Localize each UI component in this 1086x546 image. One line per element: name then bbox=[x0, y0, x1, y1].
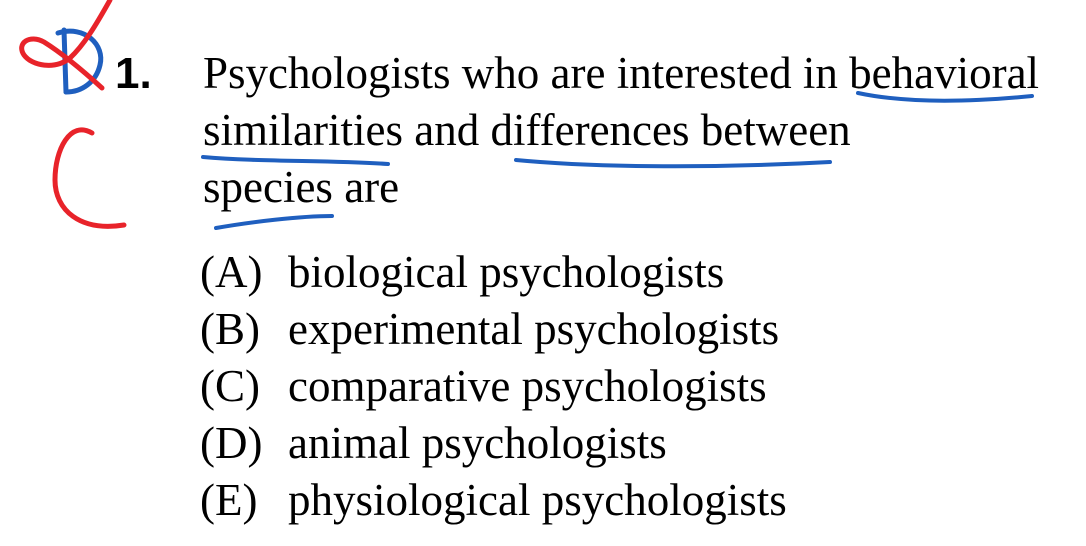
stem-line-2: similarities and differences between bbox=[203, 105, 851, 155]
handwritten-c-mark bbox=[52, 127, 127, 229]
option-letter: (E) bbox=[200, 475, 258, 525]
option-letter: (D) bbox=[200, 418, 263, 468]
option-letter: (B) bbox=[200, 304, 260, 354]
handwritten-d-mark bbox=[19, 0, 113, 95]
option-a[interactable]: (A) biological psychologists bbox=[200, 246, 724, 298]
option-c[interactable]: (C) comparative psychologists bbox=[200, 360, 767, 412]
option-letter: (A) bbox=[200, 247, 263, 297]
stem-line-3: species are bbox=[203, 162, 400, 212]
underline-species bbox=[214, 214, 334, 230]
option-e[interactable]: (E) physiological psychologists bbox=[200, 474, 787, 526]
option-d[interactable]: (D) animal psychologists bbox=[200, 417, 667, 469]
option-text: physiological psychologists bbox=[288, 475, 787, 525]
question-number: 1. bbox=[115, 49, 152, 98]
stem-line-1: Psychologists who are interested in beha… bbox=[203, 48, 1040, 98]
option-text: biological psychologists bbox=[288, 247, 725, 297]
option-text: comparative psychologists bbox=[288, 361, 767, 411]
option-text: animal psychologists bbox=[288, 418, 667, 468]
underline-differences-between bbox=[514, 158, 832, 169]
option-text: experimental psychologists bbox=[288, 304, 780, 354]
red-strike-scribble bbox=[19, 0, 113, 91]
blue-d-stem bbox=[61, 27, 69, 95]
option-b[interactable]: (B) experimental psychologists bbox=[200, 303, 779, 355]
blue-d-bowl bbox=[55, 28, 104, 95]
option-letter: (C) bbox=[200, 361, 260, 411]
